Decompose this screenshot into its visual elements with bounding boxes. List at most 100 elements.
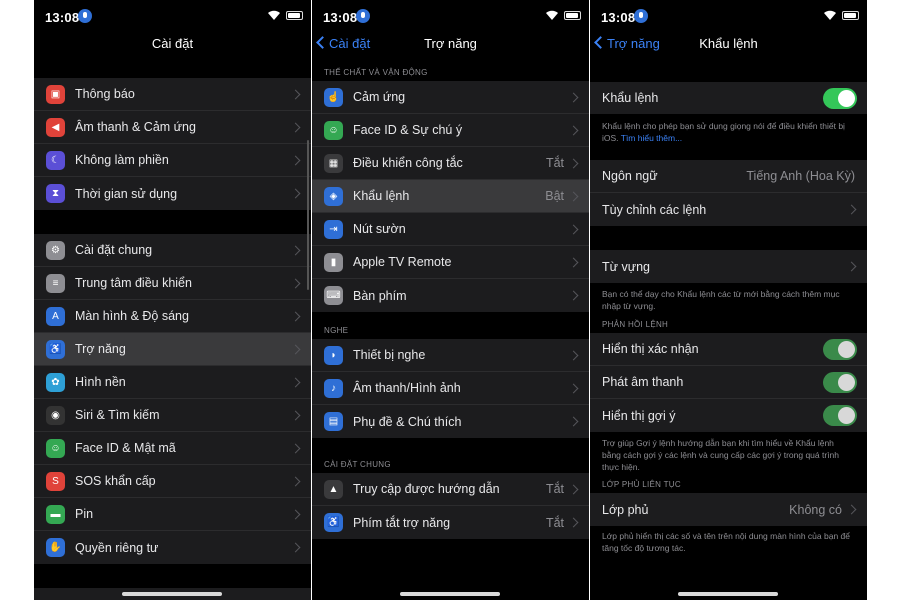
chevron-right-icon bbox=[568, 416, 579, 427]
settings-row[interactable]: ◀ Âm thanh & Cảm ứng bbox=[34, 111, 311, 144]
settings-row[interactable]: ☺ Face ID & Mật mã bbox=[34, 432, 311, 465]
status-bar: 13:08 bbox=[590, 0, 867, 32]
settings-row[interactable]: A Màn hình & Độ sáng bbox=[34, 300, 311, 333]
overlay-row[interactable]: Lớp phủ Không có bbox=[590, 493, 867, 526]
chevron-right-icon bbox=[846, 504, 857, 515]
wifi-icon bbox=[268, 10, 280, 20]
settings-row[interactable]: ☺ Face ID & Sự chú ý bbox=[312, 114, 589, 147]
battery-icon: ▬ bbox=[46, 504, 65, 524]
home-indicator[interactable] bbox=[400, 592, 500, 596]
show-hints-label: Hiển thị gợi ý bbox=[602, 408, 676, 423]
chevron-right-icon bbox=[290, 155, 301, 165]
settings-row[interactable]: ▮ Apple TV Remote bbox=[312, 246, 589, 279]
settings-row[interactable]: ▤ Phụ đề & Chú thích bbox=[312, 405, 589, 438]
settings-row[interactable]: ▦ Điều khiển công tắc Tắt bbox=[312, 147, 589, 180]
row-value: Tắt bbox=[545, 515, 564, 530]
row-label: Pin bbox=[75, 507, 94, 521]
privacy-hand-icon: ✋ bbox=[46, 538, 65, 557]
voice-control-label: Khẩu lệnh bbox=[602, 91, 659, 105]
settings-row[interactable]: ≡ Trung tâm điều khiển bbox=[34, 267, 311, 300]
chevron-right-icon bbox=[290, 443, 301, 453]
row-label: Phụ đề & Chú thích bbox=[353, 414, 462, 429]
settings-row[interactable]: ⇥ Nút sườn bbox=[312, 213, 589, 246]
chevron-right-icon bbox=[568, 517, 579, 528]
settings-row[interactable]: ☝ Cảm ứng bbox=[312, 81, 589, 114]
settings-row[interactable]: ⧗ Thời gian sử dụng bbox=[34, 177, 311, 210]
vocabulary-row[interactable]: Từ vựng bbox=[590, 250, 867, 283]
voice-control-toggle-group: Khẩu lệnh bbox=[590, 82, 867, 114]
settings-row[interactable]: ⌨ Bàn phím bbox=[312, 279, 589, 312]
settings-row[interactable]: ◗ Thiết bị nghe bbox=[312, 339, 589, 372]
show-hints-row[interactable]: Hiển thị gợi ý bbox=[590, 399, 867, 432]
customize-commands-row[interactable]: Tùy chỉnh các lệnh bbox=[590, 193, 867, 226]
show-confirmation-toggle[interactable] bbox=[823, 338, 857, 360]
settings-row[interactable]: ▣ Thông báo bbox=[34, 78, 311, 111]
voice-control-toggle[interactable] bbox=[823, 87, 857, 109]
play-sound-row[interactable]: Phát âm thanh bbox=[590, 366, 867, 399]
gear-icon: ⚙ bbox=[46, 240, 65, 260]
voice-control-icon: ◈ bbox=[324, 186, 343, 206]
nav-bar: Cài đặt bbox=[34, 32, 311, 56]
settings-row[interactable]: ✋ Quyền riêng tư bbox=[34, 531, 311, 564]
row-label: Cảm ứng bbox=[353, 90, 406, 104]
row-label: Quyền riêng tư bbox=[75, 540, 159, 555]
settings-row[interactable]: ♿ Phím tắt trợ năng Tắt bbox=[312, 506, 589, 539]
subtitles-icon: ▤ bbox=[324, 412, 343, 431]
display-icon: A bbox=[46, 306, 65, 326]
settings-group-general: ⚙ Cài đặt chung ≡ Trung tâm điều khiển A Màn … bbox=[34, 234, 311, 564]
settings-row[interactable]: ◉ Siri & Tìm kiếm bbox=[34, 399, 311, 432]
chevron-right-icon bbox=[290, 188, 301, 199]
settings-row[interactable]: ✿ Hình nền bbox=[34, 366, 311, 399]
switch-control-icon: ▦ bbox=[324, 153, 343, 173]
battery-status-icon bbox=[842, 11, 859, 20]
mic-indicator-icon bbox=[356, 9, 370, 23]
home-indicator[interactable] bbox=[678, 592, 778, 596]
language-row[interactable]: Ngôn ngữ Tiếng Anh (Hoa Kỳ) bbox=[590, 160, 867, 193]
learn-more-link[interactable]: Tìm hiểu thêm... bbox=[621, 133, 682, 143]
lock-icon: ▲ bbox=[324, 479, 343, 499]
scrollbar[interactable] bbox=[307, 140, 309, 290]
settings-row[interactable]: ☾ Không làm phiền bbox=[34, 144, 311, 177]
page-title: Khẩu lệnh bbox=[699, 36, 758, 51]
show-confirmation-label: Hiển thị xác nhận bbox=[602, 342, 699, 356]
chevron-right-icon bbox=[290, 509, 301, 519]
page-title: Cài đặt bbox=[151, 36, 194, 51]
settings-row[interactable]: ▬ Pin bbox=[34, 498, 311, 531]
faceid-icon: ☺ bbox=[46, 438, 65, 458]
status-time: 13:08 bbox=[323, 10, 358, 25]
row-label: Cài đặt chung bbox=[75, 243, 153, 257]
settings-row[interactable]: ◈ Khẩu lệnh Bật bbox=[312, 180, 589, 213]
play-sound-toggle[interactable] bbox=[823, 371, 857, 393]
show-hints-toggle[interactable] bbox=[823, 405, 857, 426]
overlay-value: Không có bbox=[789, 502, 842, 517]
accessibility-group-hearing: ◗ Thiết bị nghe ♪ Âm thanh/Hình ảnh ▤ Phụ đề … bbox=[312, 339, 589, 438]
settings-row[interactable]: ♪ Âm thanh/Hình ảnh bbox=[312, 372, 589, 405]
touch-icon: ☝ bbox=[324, 87, 343, 107]
row-label: Màn hình & Độ sáng bbox=[75, 309, 189, 323]
row-label: Thông báo bbox=[75, 87, 135, 101]
home-indicator[interactable] bbox=[122, 592, 222, 596]
battery-status-icon bbox=[286, 11, 303, 20]
show-confirmation-row[interactable]: Hiển thị xác nhận bbox=[590, 333, 867, 366]
settings-row[interactable]: ▲ Truy cập được hướng dẫn Tắt bbox=[312, 473, 589, 506]
accessibility-screen: 13:08 Cài đặt Trợ năng THỂ CHẤT VÀ VẬN Đ… bbox=[312, 0, 589, 600]
voice-control-toggle-row[interactable]: Khẩu lệnh bbox=[590, 82, 867, 114]
side-button-icon: ⇥ bbox=[324, 219, 343, 239]
row-label: Điều khiển công tắc bbox=[353, 156, 463, 170]
vocabulary-group: Từ vựng bbox=[590, 250, 867, 283]
play-sound-label: Phát âm thanh bbox=[602, 375, 684, 389]
settings-row[interactable]: S SOS khẩn cấp bbox=[34, 465, 311, 498]
row-label: Hình nền bbox=[75, 375, 126, 389]
row-label: SOS khẩn cấp bbox=[75, 474, 156, 488]
settings-row[interactable]: ♿ Trợ năng bbox=[34, 333, 311, 366]
status-bar: 13:08 bbox=[312, 0, 589, 32]
chevron-right-icon bbox=[568, 383, 579, 393]
row-label: Khẩu lệnh bbox=[353, 189, 410, 203]
settings-row[interactable]: ⚙ Cài đặt chung bbox=[34, 234, 311, 267]
audio-visual-icon: ♪ bbox=[324, 378, 343, 398]
battery-status-icon bbox=[564, 11, 581, 20]
chevron-right-icon bbox=[568, 484, 579, 494]
voice-control-note: Khẩu lệnh cho phép bạn sử dụng giọng nói… bbox=[590, 114, 867, 156]
moon-icon: ☾ bbox=[46, 150, 65, 170]
accessibility-icon: ♿ bbox=[324, 513, 343, 532]
